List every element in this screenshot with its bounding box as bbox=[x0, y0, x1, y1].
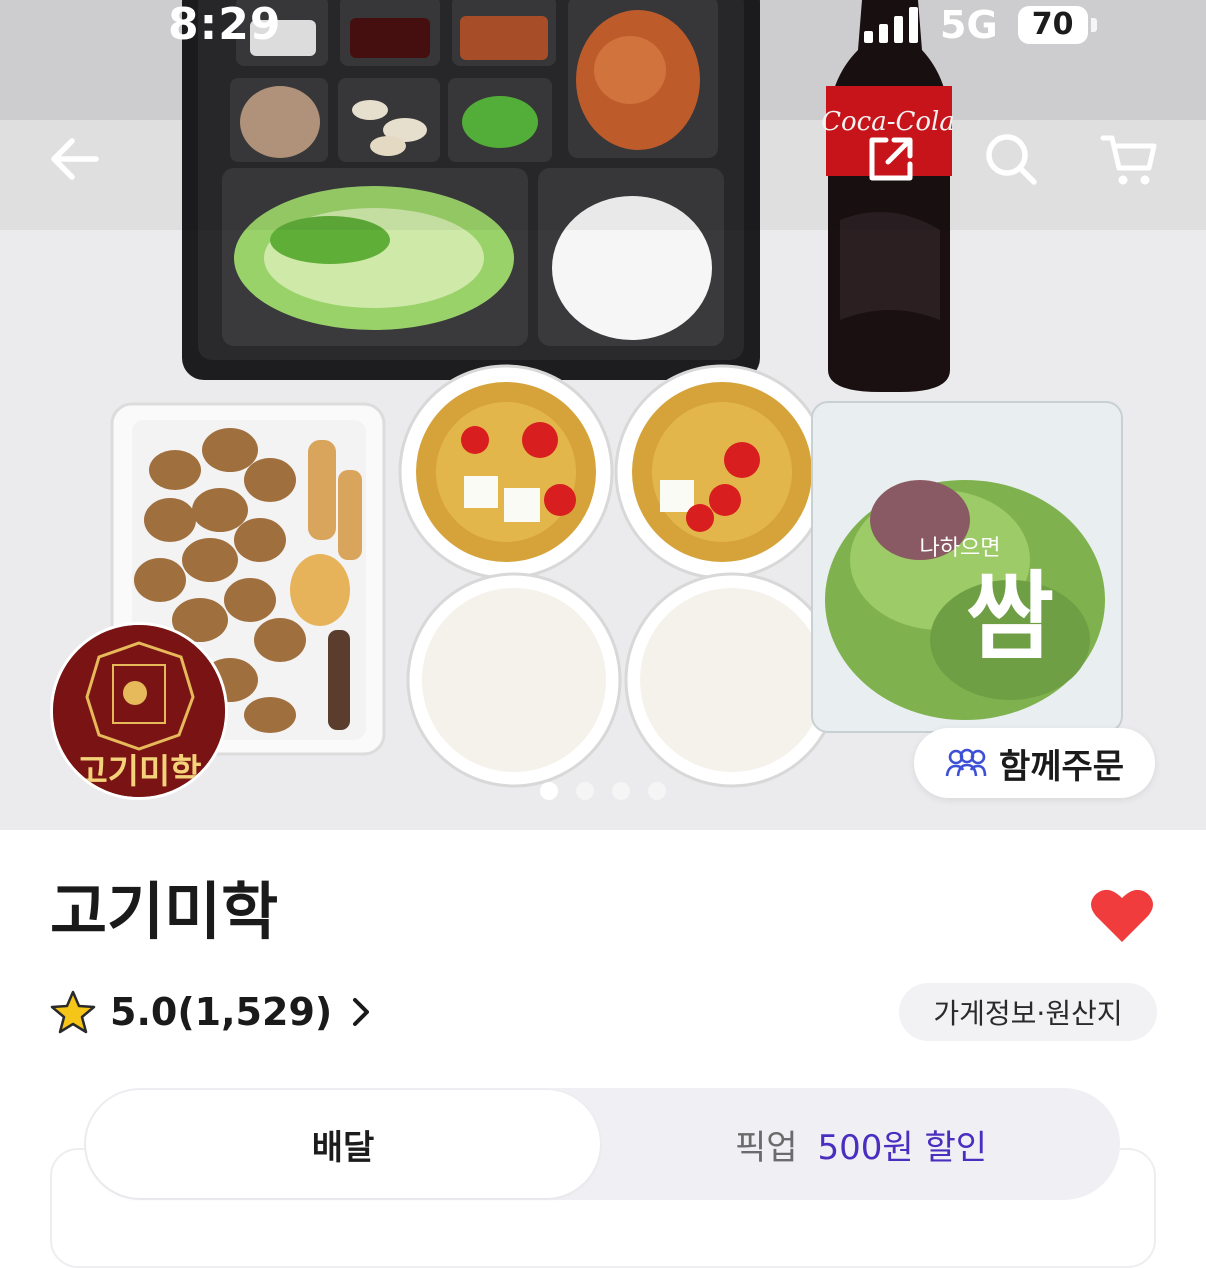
store-info-button[interactable]: 가게정보·원산지 bbox=[899, 983, 1157, 1041]
carousel-indicator bbox=[540, 782, 666, 800]
carousel-dot[interactable] bbox=[576, 782, 594, 800]
chevron-right-icon bbox=[353, 998, 370, 1026]
rating-value: 5.0(1,529) bbox=[110, 990, 333, 1034]
pickup-discount-badge: 500원 할인 bbox=[817, 1127, 988, 1168]
back-button[interactable] bbox=[40, 124, 110, 194]
search-icon bbox=[986, 134, 1037, 185]
order-type-tabs: 배달 픽업 500원 할인 bbox=[84, 1088, 1120, 1200]
hero-photo[interactable]: Coca-Cola bbox=[0, 0, 1206, 830]
logo-emblem-icon: 고기미학 bbox=[53, 625, 225, 797]
carousel-dot[interactable] bbox=[540, 782, 558, 800]
share-icon bbox=[869, 137, 913, 181]
signal-icon bbox=[864, 7, 918, 43]
store-logo: 고기미학 bbox=[50, 622, 228, 800]
tab-delivery-label: 배달 bbox=[311, 1127, 375, 1168]
share-button[interactable] bbox=[856, 124, 926, 194]
carousel-dot[interactable] bbox=[612, 782, 630, 800]
carousel-dot[interactable] bbox=[648, 782, 666, 800]
tab-pickup-label: 픽업 bbox=[734, 1127, 798, 1168]
cart-icon bbox=[1100, 135, 1157, 185]
logo-text: 고기미학 bbox=[76, 752, 201, 792]
battery-icon: 70 bbox=[1017, 6, 1088, 44]
lettuce-label: 쌈 bbox=[966, 561, 1054, 673]
search-button[interactable] bbox=[976, 124, 1046, 194]
tab-delivery[interactable]: 배달 bbox=[86, 1090, 600, 1198]
people-icon bbox=[945, 748, 987, 777]
cart-button[interactable] bbox=[1094, 124, 1164, 194]
lettuce-small-label: 나하으면 bbox=[920, 536, 1001, 561]
store-name: 고기미학 bbox=[50, 875, 279, 948]
heart-icon[interactable] bbox=[1090, 886, 1154, 944]
star-icon bbox=[50, 990, 96, 1034]
tab-pickup[interactable]: 픽업 500원 할인 bbox=[604, 1090, 1118, 1198]
group-order-label: 함께주문 bbox=[998, 746, 1125, 787]
group-order-button[interactable]: 함께주문 bbox=[914, 728, 1155, 798]
status-time: 8:29 bbox=[168, 0, 282, 50]
network-type: 5G bbox=[940, 3, 998, 47]
rating-link[interactable]: 5.0(1,529) bbox=[50, 984, 376, 1040]
back-arrow-icon bbox=[51, 138, 99, 180]
status-indicators: 5G 70 bbox=[864, 4, 1097, 46]
battery-tip bbox=[1090, 18, 1097, 32]
